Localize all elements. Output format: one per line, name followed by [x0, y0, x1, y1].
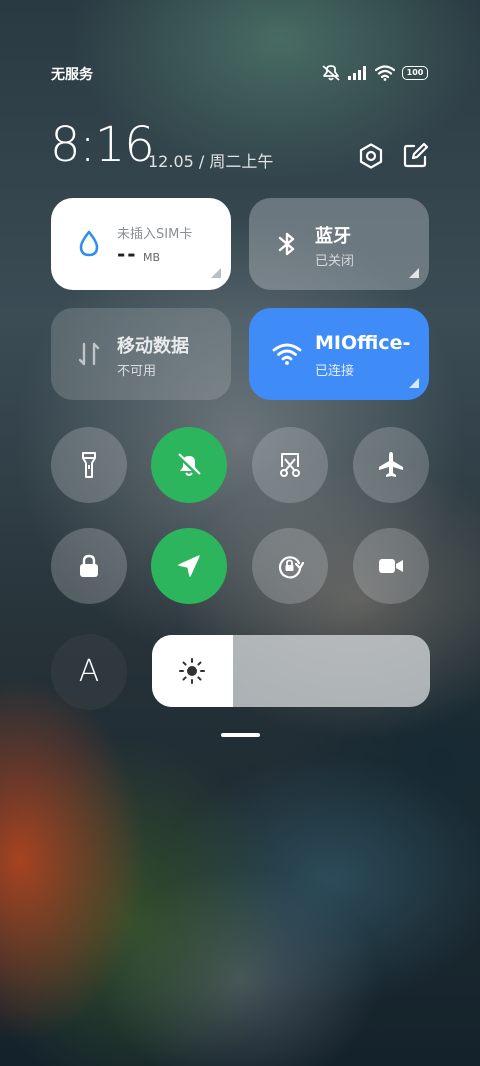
- bell-off-icon: [176, 453, 202, 478]
- mobile-data-icon: [73, 338, 105, 370]
- rotation-lock-toggle[interactable]: [252, 528, 328, 604]
- mute-icon: [321, 64, 341, 82]
- wifi-status: 已连接: [315, 364, 355, 379]
- flashlight-toggle[interactable]: [51, 427, 127, 503]
- lock-screen-toggle[interactable]: [51, 528, 127, 604]
- mobile-data-status: 不可用: [117, 364, 157, 379]
- battery-icon: 100: [402, 66, 428, 80]
- wifi-icon: [375, 65, 395, 81]
- bluetooth-label: 蓝牙: [315, 226, 351, 247]
- bluetooth-icon: [271, 228, 303, 260]
- water-drop-icon: [73, 228, 105, 260]
- location-arrow-icon: [178, 555, 200, 577]
- video-camera-icon: [379, 559, 403, 573]
- lock-icon: [80, 554, 98, 577]
- wifi-icon: [271, 338, 303, 370]
- airplane-icon: [379, 452, 403, 477]
- wifi-tile[interactable]: MIOffice- 已连接: [249, 308, 429, 400]
- screenshot-toggle[interactable]: [252, 427, 328, 503]
- data-usage-tile[interactable]: 未插入SIM卡 -- MB: [51, 198, 231, 290]
- signal-icon: [348, 66, 368, 80]
- expand-corner-icon: [211, 268, 221, 278]
- edit-icon: [403, 142, 429, 168]
- flashlight-icon: [82, 452, 96, 478]
- mobile-data-tile[interactable]: 移动数据 不可用: [51, 308, 231, 400]
- rotation-lock-icon: [278, 556, 305, 579]
- date-label: 12.05 / 周二上午: [148, 152, 274, 171]
- data-usage-label: 未插入SIM卡: [117, 227, 193, 242]
- expand-corner-icon: [409, 268, 419, 278]
- status-icons: 100: [321, 63, 428, 83]
- brightness-slider[interactable]: [152, 635, 430, 707]
- mobile-data-label: 移动数据: [117, 336, 189, 357]
- scissors-icon: [280, 453, 300, 477]
- status-bar: 无服务 100: [0, 58, 480, 88]
- airplane-toggle[interactable]: [353, 427, 429, 503]
- location-toggle[interactable]: [151, 528, 227, 604]
- data-usage-value: --: [117, 242, 138, 266]
- expand-corner-icon: [409, 378, 419, 388]
- carrier-label: 无服务: [51, 67, 93, 83]
- clock: 8:16: [50, 117, 155, 173]
- bluetooth-status: 已关闭: [315, 254, 355, 269]
- edit-button[interactable]: [401, 142, 429, 170]
- dismiss-handle[interactable]: [221, 733, 260, 737]
- settings-button[interactable]: [357, 142, 385, 170]
- wifi-network-name: MIOffice-: [315, 332, 411, 354]
- bluetooth-tile[interactable]: 蓝牙 已关闭: [249, 198, 429, 290]
- font-size-button[interactable]: A: [51, 634, 127, 710]
- settings-icon: [359, 143, 383, 169]
- silent-toggle[interactable]: [151, 427, 227, 503]
- sun-icon: [178, 657, 206, 685]
- screen-record-toggle[interactable]: [353, 528, 429, 604]
- data-usage-unit: MB: [143, 251, 161, 264]
